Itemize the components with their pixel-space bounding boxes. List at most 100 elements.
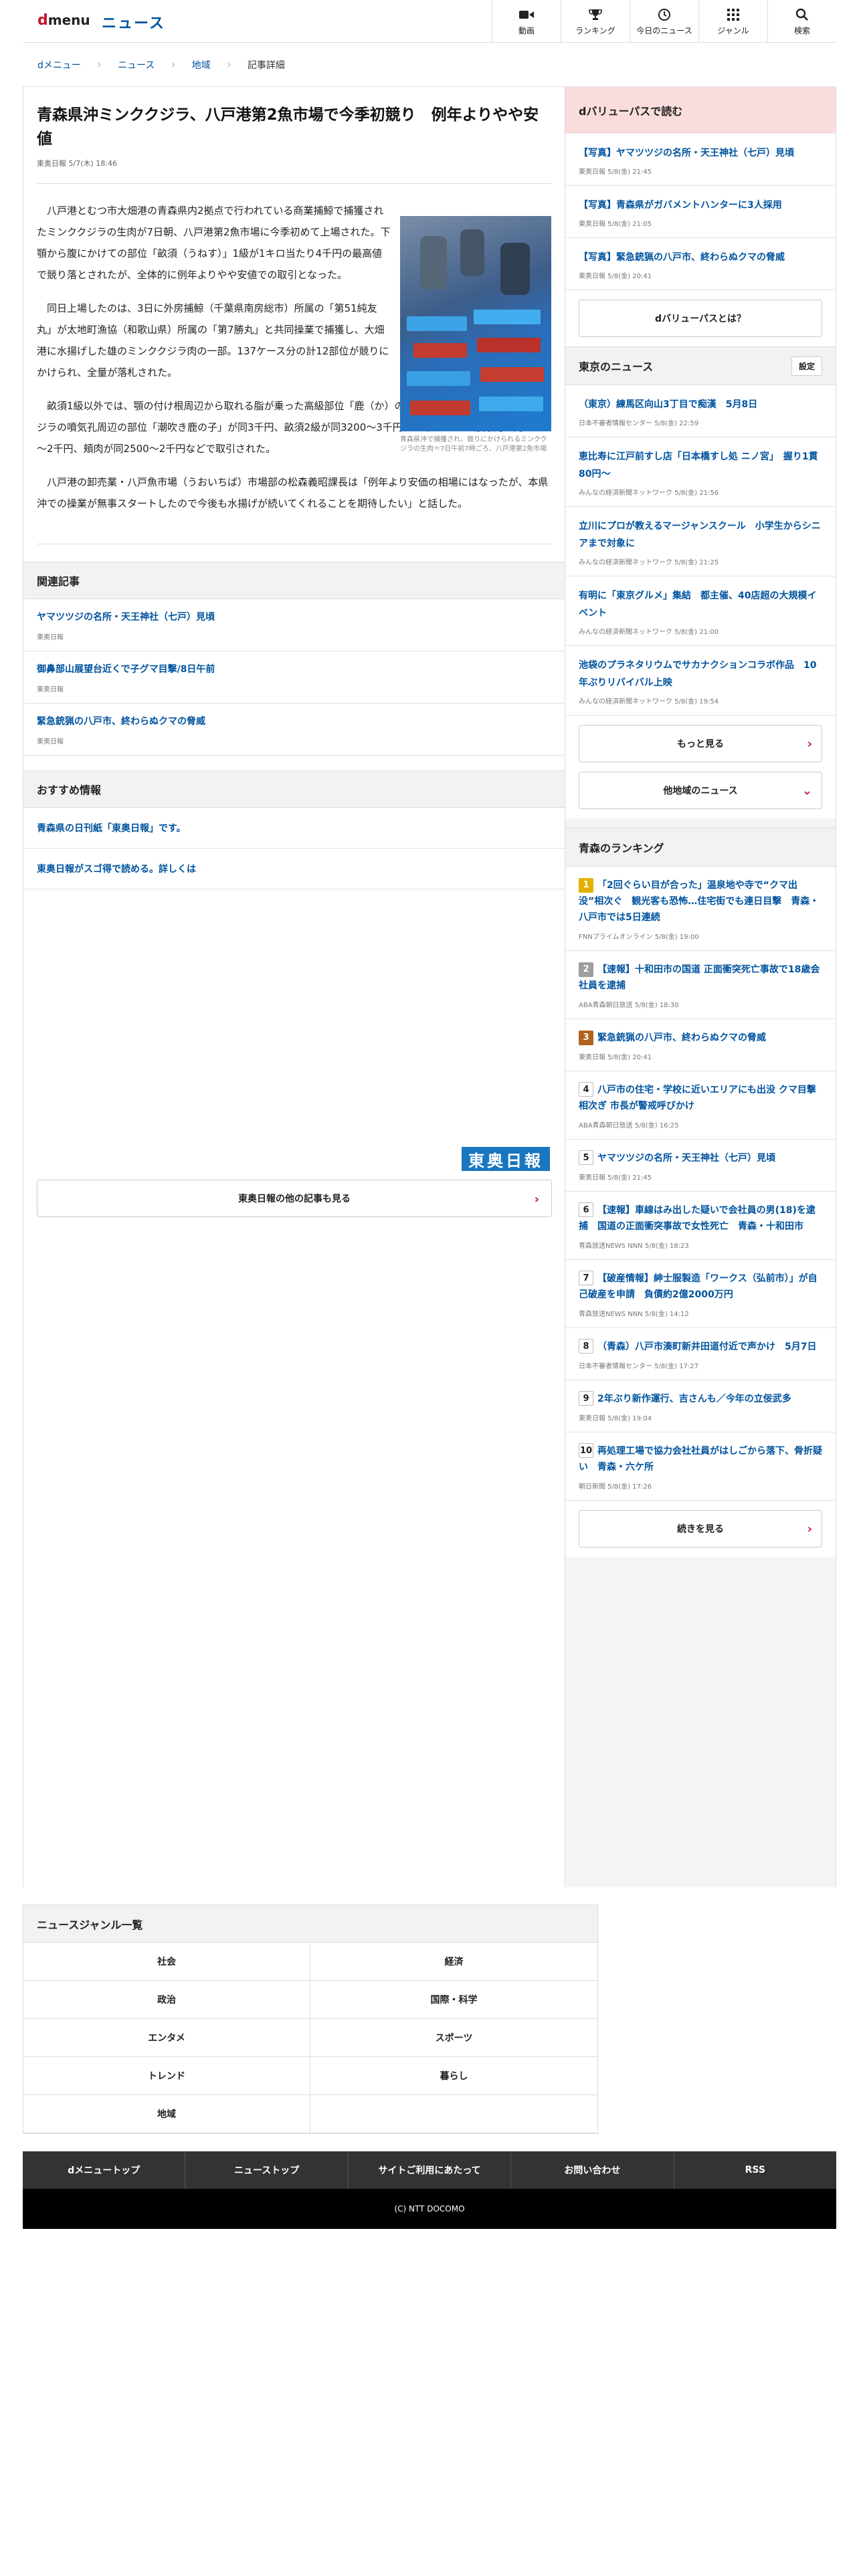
tokyo-heading-label: 東京のニュース [579,360,654,373]
nav-genre[interactable]: ジャンル [698,0,767,43]
logo-menu: menu [47,12,90,28]
chevron-right-icon: › [171,58,176,72]
article-paragraph: 同日上場したのは、3日に外房捕鯨（千葉県南房総市）所属の「第51純友丸」が太地町… [37,302,389,379]
news-section-logo[interactable]: ニュース [102,11,165,33]
genre-item[interactable]: 経済 [310,1943,597,1981]
nav-video-label: 動画 [518,25,535,35]
genre-heading: ニュースジャンル一覧 [23,1905,597,1943]
rank-title: （青森）八戸市湊町新井田道付近で声かけ 5月7日 [597,1341,817,1352]
chevron-right-icon: › [807,1522,812,1536]
footer-rss[interactable]: RSS [674,2151,836,2189]
rank-number: 3 [579,1031,593,1045]
rank-meta: 東奥日報 5/8(金) 20:41 [579,1054,652,1061]
genre-item[interactable]: 地域 [23,2095,310,2133]
recommended-item[interactable]: 東奥日報がスゴ得で読める。詳しくは [23,849,565,889]
dmenu-logo[interactable]: dmenu [37,12,90,29]
other-region-label: 他地域のニュース [663,786,738,796]
genre-item[interactable]: 国際・科学 [310,1981,597,2019]
ranking-item[interactable]: 9 2年ぶり新作運行、吉さんも／今年の立佞武多 東奥日報 5/8(金) 19:04 [565,1380,836,1432]
publisher-logo[interactable]: 東奥日報 [462,1147,550,1171]
dvalue-meta: 東奥日報 5/8(金) 20:41 [579,273,652,280]
settings-button[interactable]: 設定 [791,356,822,376]
related-item[interactable]: ヤマツツジの名所・天王神社（七戸）見頃 東奥日報 [23,599,565,651]
ranking-item[interactable]: 6 【速報】車線はみ出した疑いで会社員の男(18)を逮捕 国道の正面衝突事故で女性… [565,1192,836,1260]
footer-terms[interactable]: サイトご利用にあたって [349,2151,512,2189]
ranking-item[interactable]: 7 【破産情報】紳士服製造「ワークス（弘前市）」が自己破産を申請 負債約2億200… [565,1260,836,1328]
breadcrumb-news[interactable]: ニュース [118,58,155,72]
nav-genre-label: ジャンル [717,25,749,35]
chevron-right-icon: › [226,58,231,72]
article-paragraph: 八戸港の卸売業・八戸魚市場（うおいちば）市場部の松森義昭課長は「例年より安価の相… [37,476,549,510]
genre-item[interactable]: 暮らし [310,2057,597,2095]
rank-number: 9 [579,1391,593,1406]
ranking-item[interactable]: 4 八戸市の住宅・学校に近いエリアにも出没 クマ目撃相次ぎ 市長が警戒呼びかけ A… [565,1071,836,1140]
ranking-item[interactable]: 2 【速報】十和田市の国道 正面衝突死亡事故で18歳会社員を逮捕 ABA青森朝日放… [565,951,836,1019]
tokyo-news-item[interactable]: 有明に「東京グルメ」集結 都主催、40店超の大規模イベント みんなの経済新聞ネッ… [565,576,836,646]
sidebar: dバリューパスで読む 【写真】ヤマツツジの名所・天王神社（七戸）見頃 東奥日報 … [565,87,836,1887]
rank-title: 2年ぶり新作運行、吉さんも／今年の立佞武多 [597,1394,791,1404]
dvalue-item[interactable]: 【写真】青森県がガバメントハンターに3人採用 東奥日報 5/8(金) 21:05 [565,186,836,238]
nav-search-label: 検索 [793,25,810,35]
ranking-item[interactable]: 5 ヤマツツジの名所・天王神社（七戸）見頃 東奥日報 5/8(金) 21:45 [565,1140,836,1192]
related-item[interactable]: 御鼻部山展望台近くで子グマ目撃/8日午前 東奥日報 [23,651,565,704]
publisher-more-button[interactable]: 東奥日報の他の記事も見る › [37,1180,552,1217]
related-item[interactable]: 緊急銃猟の八戸市、終わらぬクマの脅威 東奥日報 [23,704,565,756]
recommended-section: おすすめ情報 青森県の日刊紙「東奥日報」です。 東奥日報がスゴ得で読める。詳しく… [23,770,565,889]
rank-number: 5 [579,1150,593,1165]
genre-item[interactable]: 社会 [23,1943,310,1981]
rank-number: 10 [579,1443,593,1458]
rank-title: 【破産情報】紳士服製造「ワークス（弘前市）」が自己破産を申請 負債約2億2000… [579,1273,818,1300]
tokyo-news-item[interactable]: 恵比寿に江戸前すし店「日本橋すし処 ニノ宮」 握り1貫80円～ みんなの経済新聞… [565,437,836,507]
ranking-item[interactable]: 3 緊急銃猟の八戸市、終わらぬクマの脅威 東奥日報 5/8(金) 20:41 [565,1019,836,1071]
rank-meta: 朝日新聞 5/8(金) 17:26 [579,1483,652,1491]
photo-caption: 青森県沖で捕獲され、競りにかけられるミンククジラの生肉＝7日午前7時ごろ、八戸港… [400,436,547,453]
related-heading: 関連記事 [23,562,565,599]
genre-item[interactable]: エンタメ [23,2019,310,2057]
article-photo[interactable]: 青森県沖で捕獲され、競りにかけられるミンククジラの生肉＝7日午前7時ごろ、八戸港… [400,216,551,454]
tokyo-news-item[interactable]: 池袋のプラネタリウムでサカナクションコラボ作品 10年ぶりリバイバル上映 みんな… [565,646,836,716]
breadcrumb-region[interactable]: 地域 [192,58,211,72]
rank-number: 7 [579,1271,593,1285]
nav-search[interactable]: 検索 [767,0,836,43]
chevron-down-icon: ⌄ [801,784,812,798]
genre-item[interactable]: 政治 [23,1981,310,2019]
dvalue-item[interactable]: 【写真】緊急銃猟の八戸市、終わらぬクマの脅威 東奥日報 5/8(金) 20:41 [565,238,836,290]
chevron-right-icon: › [96,58,102,72]
other-region-wrap: 他地域のニュース ⌄ [565,772,836,819]
tokyo-news-item[interactable]: （東京）練馬区向山3丁目で痴漢 5月8日 日本不審者情報センター 5/8(金) … [565,385,836,437]
nav-today[interactable]: 今日のニュース [630,0,698,43]
nav-ranking[interactable]: ランキング [561,0,630,43]
breadcrumb-current: 記事詳細 [247,60,285,71]
ranking-heading: 青森のランキング [565,828,836,867]
site-header: dmenu ニュース 動画 ランキング 今日のニュース ジャンル 検索 [23,0,836,43]
ranking-more-label: 続きを見る [677,1524,724,1535]
ranking-item[interactable]: 1 「2回ぐらい目が合った」温泉地や寺で“クマ出没”相次ぐ 観光客も恐怖…住宅街で… [565,867,836,951]
ranking-more-button[interactable]: 続きを見る › [579,1510,822,1547]
header-nav: 動画 ランキング 今日のニュース ジャンル 検索 [492,0,836,43]
breadcrumb: dメニュー › ニュース › 地域 › 記事詳細 [23,43,836,87]
rank-title: 「2回ぐらい目が合った」温泉地や寺で“クマ出没”相次ぐ 観光客も恐怖…住宅街でも… [579,880,820,923]
breadcrumb-dmenu[interactable]: dメニュー [37,58,81,72]
ranking-heading-label: 青森のランキング [579,842,664,855]
dvalue-about-button[interactable]: dバリューパスとは？ [579,300,822,337]
tokyo-news-item[interactable]: 立川にプロが教えるマージャンスクール 小学生からシニアまで対象に みんなの経済新… [565,507,836,576]
other-region-button[interactable]: 他地域のニュース ⌄ [579,772,822,809]
footer-contact[interactable]: お問い合わせ [511,2151,674,2189]
footer-news-top[interactable]: ニューストップ [185,2151,349,2189]
nav-video[interactable]: 動画 [492,0,561,43]
genre-item[interactable]: トレンド [23,2057,310,2095]
ranking-item[interactable]: 10 再処理工場で協力会社社員がはしごから落下、骨折疑い 青森・六ケ所 朝日新聞 … [565,1432,836,1501]
dvalue-item[interactable]: 【写真】ヤマツツジの名所・天王神社（七戸）見頃 東奥日報 5/8(金) 21:4… [565,134,836,186]
ranking-item[interactable]: 8 （青森）八戸市湊町新井田道付近で声かけ 5月7日 日本不審者情報センター 5/… [565,1328,836,1380]
footer-dmenu-top[interactable]: dメニュートップ [23,2151,186,2189]
search-icon [795,7,809,22]
genre-item[interactable]: スポーツ [310,2019,597,2057]
rank-title: ヤマツツジの名所・天王神社（七戸）見頃 [597,1153,775,1164]
recommended-item[interactable]: 青森県の日刊紙「東奥日報」です。 [23,808,565,849]
main-area: 青森県沖ミンククジラ、八戸港第2魚市場で今季初競り 例年よりやや安値 東奥日報 … [23,87,836,1887]
tokyo-more-button[interactable]: もっと見る › [579,725,822,762]
related-source: 東奥日報 [37,738,64,746]
chevron-right-icon: › [807,737,812,751]
trophy-icon [589,7,602,22]
copyright: (C) NTT DOCOMO [23,2189,836,2229]
